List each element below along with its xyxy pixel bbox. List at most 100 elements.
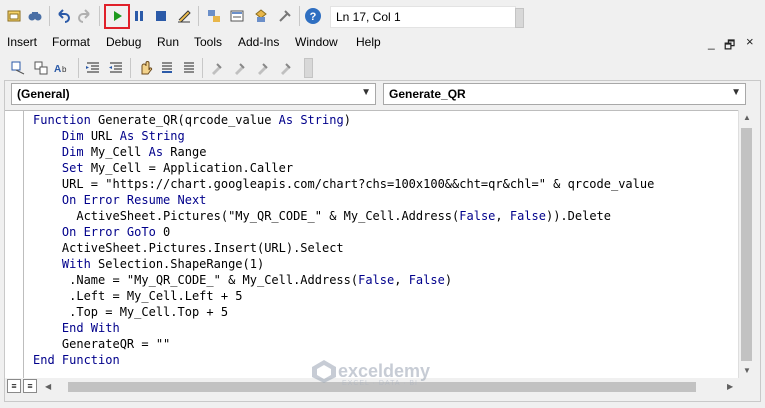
code-line[interactable]: Dim My_Cell As Range	[33, 144, 654, 160]
code-keyword: End With	[61, 321, 120, 335]
complete-word-icon[interactable]: Ab	[53, 58, 73, 78]
watermark-tagline: EXCEL · DATA · BI	[342, 380, 418, 387]
code-line[interactable]: Function Generate_QR(qrcode_value As Str…	[33, 112, 654, 128]
code-token: )).Delete	[545, 209, 611, 223]
scroll-left-icon[interactable]: ◀	[45, 382, 51, 391]
uncomment-block-icon[interactable]	[179, 58, 199, 78]
object-combo-value: (General)	[17, 87, 70, 101]
run-icon[interactable]	[107, 6, 127, 26]
chevron-down-icon: ▼	[361, 87, 371, 98]
help-icon[interactable]: ?	[303, 6, 323, 26]
code-line[interactable]: GenerateQR = ""	[33, 336, 654, 352]
code-line[interactable]: On Error Resume Next	[33, 192, 654, 208]
minimize-icon[interactable]: _	[708, 36, 715, 50]
code-token: Generate_QR(qrcode_value	[98, 113, 279, 127]
indent-icon[interactable]	[83, 58, 103, 78]
code-line[interactable]: .Left = My_Cell.Left + 5	[33, 288, 654, 304]
code-line[interactable]: .Top = My_Cell.Top + 5	[33, 304, 654, 320]
bookmark-icon[interactable]	[207, 58, 227, 78]
code-token: ActiveSheet.Pictures.Insert(URL).Select	[33, 241, 344, 255]
toggle-breakpoint-icon[interactable]	[135, 58, 155, 78]
code-token: ActiveSheet.Pictures("My_QR_CODE_" & My_…	[33, 209, 460, 223]
object-combo[interactable]: (General) ▼	[11, 83, 376, 105]
toolbar-options-grip[interactable]	[515, 8, 524, 28]
procedure-view-button[interactable]: ≡	[7, 379, 21, 393]
code-line[interactable]: End With	[33, 320, 654, 336]
code-line[interactable]: URL = "https://chart.googleapis.com/char…	[33, 176, 654, 192]
menu-insert[interactable]: Insert	[7, 35, 37, 49]
list-properties-icon[interactable]	[8, 58, 28, 78]
margin-indicator-bar[interactable]	[5, 110, 24, 378]
view-excel-icon[interactable]	[4, 6, 24, 26]
code-line[interactable]: With Selection.ShapeRange(1)	[33, 256, 654, 272]
reset-icon[interactable]	[151, 6, 171, 26]
vertical-scroll-thumb[interactable]	[741, 128, 752, 361]
code-token: URL	[83, 129, 120, 143]
menu-tools[interactable]: Tools	[194, 35, 222, 49]
menu-debug[interactable]: Debug	[106, 35, 141, 49]
break-icon[interactable]	[129, 6, 149, 26]
menu-add-ins[interactable]: Add-Ins	[238, 35, 279, 49]
procedure-combo-value: Generate_QR	[389, 87, 466, 101]
svg-text:b: b	[62, 65, 67, 74]
code-keyword: With	[61, 257, 91, 271]
code-token: .Name = "My_QR_CODE_" & My_Cell.Address(	[33, 273, 359, 287]
code-line[interactable]: ActiveSheet.Pictures("My_QR_CODE_" & My_…	[33, 208, 654, 224]
code-token: Selection.ShapeRange(1)	[90, 257, 265, 271]
svg-text:A: A	[54, 64, 61, 75]
exceldemy-logo-icon	[312, 360, 336, 383]
code-token: My_Cell = Application.Caller	[83, 161, 294, 175]
menu-format[interactable]: Format	[52, 35, 90, 49]
code-keyword: End Function	[33, 353, 120, 367]
code-token: .Top = My_Cell.Top + 5	[33, 305, 229, 319]
menu-window[interactable]: Window	[295, 35, 338, 49]
project-explorer-icon[interactable]	[204, 6, 224, 26]
code-keyword: As String	[119, 129, 185, 143]
prev-bookmark-icon[interactable]	[253, 58, 273, 78]
code-text[interactable]: Function Generate_QR(qrcode_value As Str…	[33, 112, 654, 368]
comment-block-icon[interactable]	[157, 58, 177, 78]
code-line[interactable]: On Error GoTo 0	[33, 224, 654, 240]
code-keyword: False	[408, 273, 445, 287]
toolbox-icon[interactable]	[275, 6, 295, 26]
close-icon[interactable]: ×	[746, 34, 754, 49]
clear-bookmarks-icon[interactable]	[276, 58, 296, 78]
code-keyword: As	[148, 145, 164, 159]
find-icon[interactable]	[25, 6, 45, 26]
code-token: GenerateQR = ""	[33, 337, 171, 351]
redo-icon[interactable]	[75, 6, 95, 26]
svg-text:?: ?	[310, 11, 317, 23]
menu-run[interactable]: Run	[157, 35, 179, 49]
quick-info-icon[interactable]	[31, 58, 51, 78]
scroll-down-icon[interactable]: ▼	[743, 366, 751, 375]
scroll-right-icon[interactable]: ▶	[727, 382, 733, 391]
object-browser-icon[interactable]	[251, 6, 271, 26]
code-token: )	[343, 113, 351, 127]
watermark: exceldemy EXCEL · DATA · BI	[310, 358, 431, 387]
code-keyword: False	[358, 273, 395, 287]
edit-toolbar: Ab	[0, 55, 320, 81]
outdent-icon[interactable]	[106, 58, 126, 78]
edit-toolbar-grip[interactable]	[304, 58, 313, 78]
standard-toolbar: ? Ln 17, Col 1	[0, 0, 765, 32]
watermark-name: exceldemy	[338, 360, 431, 381]
properties-icon[interactable]	[227, 6, 247, 26]
full-module-view-button[interactable]: ≡	[23, 379, 37, 393]
procedure-combo[interactable]: Generate_QR ▼	[383, 83, 746, 105]
scroll-up-icon[interactable]: ▲	[743, 113, 751, 122]
restore-icon[interactable]: 🗗	[724, 36, 735, 57]
menu-help[interactable]: Help	[356, 35, 381, 49]
undo-icon[interactable]	[53, 6, 73, 26]
code-token: 0	[155, 225, 171, 239]
code-line[interactable]: .Name = "My_QR_CODE_" & My_Cell.Address(…	[33, 272, 654, 288]
code-keyword: On Error GoTo	[61, 225, 156, 239]
design-mode-icon[interactable]	[174, 6, 194, 26]
code-line[interactable]: ActiveSheet.Pictures.Insert(URL).Select	[33, 240, 654, 256]
code-line[interactable]: Set My_Cell = Application.Caller	[33, 160, 654, 176]
code-keyword: On Error Resume Next	[61, 193, 207, 207]
next-bookmark-icon[interactable]	[230, 58, 250, 78]
code-line[interactable]: Dim URL As String	[33, 128, 654, 144]
